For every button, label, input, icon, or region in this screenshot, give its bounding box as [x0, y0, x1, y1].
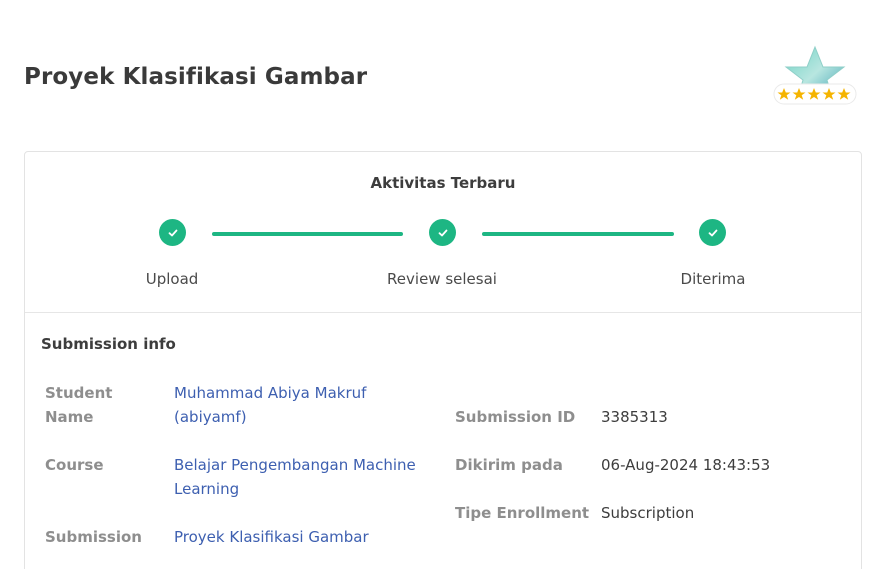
check-icon	[159, 219, 186, 246]
step-label-diterima: Diterima	[680, 270, 746, 288]
section-title: Submission info	[41, 335, 176, 353]
student-name-link[interactable]: Muhammad Abiya Makruf (abiyamf)	[174, 381, 366, 429]
star-rating-badge-icon	[770, 42, 860, 114]
student-name-label: Student Name	[45, 384, 113, 426]
progress-line	[212, 232, 403, 236]
submission-id-value: 3385313	[601, 408, 668, 426]
check-icon	[429, 219, 456, 246]
tipe-enrollment-label: Tipe Enrollment	[455, 504, 590, 522]
divider	[25, 312, 861, 313]
page-title: Proyek Klasifikasi Gambar	[24, 64, 368, 90]
step-label-upload: Upload	[145, 270, 199, 288]
step-label-review: Review selesai	[387, 270, 497, 288]
submission-id-label: Submission ID	[455, 408, 576, 426]
dikirim-value: 06-Aug-2024 18:43:53	[601, 456, 771, 474]
progress-line	[482, 232, 674, 236]
course-link[interactable]: Belajar Pengembangan Machine Learning	[174, 453, 416, 501]
tipe-enrollment-value: Subscription	[601, 504, 695, 522]
dikirim-label: Dikirim pada	[455, 456, 563, 474]
submission-card: Aktivitas Terbaru Upload Review selesai …	[24, 151, 862, 569]
submission-label: Submission	[45, 528, 142, 546]
activity-title: Aktivitas Terbaru	[370, 174, 516, 192]
course-label: Course	[45, 456, 104, 474]
submission-link[interactable]: Proyek Klasifikasi Gambar	[174, 525, 369, 549]
check-icon	[699, 219, 726, 246]
